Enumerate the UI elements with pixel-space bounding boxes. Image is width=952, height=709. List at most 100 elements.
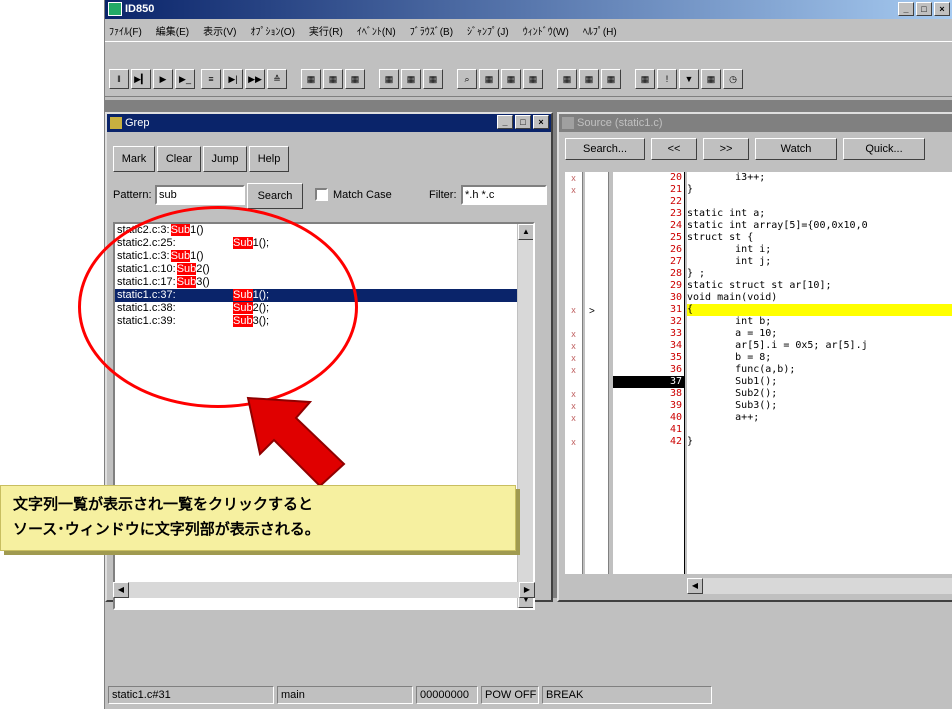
toolbar-button-icon[interactable]: ▦ [301, 69, 321, 89]
source-line[interactable]: { [687, 304, 952, 316]
filter-input[interactable]: *.h *.c [461, 185, 547, 205]
toolbar-button-icon[interactable]: ◷ [723, 69, 743, 89]
minimize-button[interactable]: _ [898, 2, 914, 16]
breakpoint-marker[interactable] [565, 268, 582, 280]
menu-item[interactable]: ｵﾌﾟｼｮﾝ(O) [250, 23, 294, 38]
source-line[interactable]: int i; [687, 244, 952, 256]
match-case-checkbox[interactable] [315, 188, 328, 201]
source-search-button[interactable]: Search... [565, 138, 645, 160]
toolbar-button-icon[interactable]: ▶▎ [131, 69, 151, 89]
grep-maximize-button[interactable]: □ [515, 115, 531, 129]
source-line[interactable] [687, 424, 952, 436]
toolbar-button-icon[interactable]: ▦ [579, 69, 599, 89]
breakpoint-marker[interactable]: x [565, 364, 582, 376]
toolbar-button-icon[interactable]: ⌕ [457, 69, 477, 89]
breakpoint-marker[interactable] [565, 424, 582, 436]
breakpoint-marker[interactable] [565, 376, 582, 388]
maximize-button[interactable]: □ [916, 2, 932, 16]
menu-item[interactable]: 編集(E) [156, 23, 189, 38]
grep-close-button[interactable]: × [533, 115, 549, 129]
toolbar-button-icon[interactable]: ▦ [601, 69, 621, 89]
source-horizontal-scrollbar[interactable]: ◀ [687, 578, 952, 594]
breakpoint-marker[interactable] [565, 196, 582, 208]
menu-item[interactable]: 表示(V) [203, 23, 236, 38]
source-line[interactable]: ar[5].i = 0x5; ar[5].j [687, 340, 952, 352]
source-line[interactable]: struct st { [687, 232, 952, 244]
source-line[interactable]: } ; [687, 268, 952, 280]
toolbar-button-icon[interactable]: ‖ [109, 69, 129, 89]
toolbar-button-icon[interactable]: ▶_ [175, 69, 195, 89]
source-line[interactable]: static struct st ar[10]; [687, 280, 952, 292]
source-line[interactable]: Sub1(); [687, 376, 952, 388]
source-line[interactable]: int j; [687, 256, 952, 268]
jump-button[interactable]: Jump [203, 146, 247, 172]
source-line[interactable] [687, 196, 952, 208]
menu-item[interactable]: ﾌﾞﾗｳｽﾞ(B) [410, 23, 453, 38]
close-button[interactable]: × [934, 2, 950, 16]
scroll-up-icon[interactable]: ▲ [518, 224, 533, 240]
source-code-area[interactable]: i3++;} static int a; static int array[5]={… [687, 172, 952, 574]
source-line[interactable]: a++; [687, 412, 952, 424]
breakpoint-marker[interactable] [565, 232, 582, 244]
toolbar-button-icon[interactable]: ▦ [423, 69, 443, 89]
toolbar-button-icon[interactable]: ▦ [323, 69, 343, 89]
grep-minimize-button[interactable]: _ [497, 115, 513, 129]
breakpoint-marker[interactable] [565, 220, 582, 232]
source-line[interactable]: } [687, 436, 952, 448]
results-horizontal-scrollbar[interactable]: ◀ ▶ [113, 582, 535, 598]
source-line[interactable]: Sub3(); [687, 400, 952, 412]
menu-item[interactable]: ﾍﾙﾌﾟ(H) [583, 23, 617, 38]
breakpoint-marker[interactable]: x [565, 328, 582, 340]
breakpoint-gutter[interactable]: xxxxxxxxxxx [565, 172, 583, 574]
source-line[interactable]: int b; [687, 316, 952, 328]
breakpoint-marker[interactable]: x [565, 400, 582, 412]
source-line[interactable]: } [687, 184, 952, 196]
breakpoint-marker[interactable]: x [565, 172, 582, 184]
breakpoint-marker[interactable] [565, 256, 582, 268]
toolbar-button-icon[interactable]: ▦ [701, 69, 721, 89]
toolbar-button-icon[interactable]: ▦ [401, 69, 421, 89]
toolbar-button-icon[interactable]: ▦ [501, 69, 521, 89]
breakpoint-marker[interactable]: x [565, 304, 582, 316]
menu-item[interactable]: 実行(R) [309, 23, 343, 38]
source-line[interactable]: i3++; [687, 172, 952, 184]
toolbar-button-icon[interactable]: ▦ [523, 69, 543, 89]
prev-button[interactable]: << [651, 138, 697, 160]
clear-button[interactable]: Clear [157, 146, 201, 172]
toolbar-button-icon[interactable]: ▶▶ [245, 69, 265, 89]
help-button[interactable]: Help [249, 146, 289, 172]
source-line[interactable]: func(a,b); [687, 364, 952, 376]
toolbar-button-icon[interactable]: ▦ [479, 69, 499, 89]
breakpoint-marker[interactable]: x [565, 340, 582, 352]
toolbar-button-icon[interactable]: ▼ [679, 69, 699, 89]
breakpoint-marker[interactable]: x [565, 412, 582, 424]
source-line[interactable]: static int a; [687, 208, 952, 220]
results-vertical-scrollbar[interactable]: ▲ ▼ [517, 224, 533, 608]
source-line[interactable]: a = 10; [687, 328, 952, 340]
next-button[interactable]: >> [703, 138, 749, 160]
breakpoint-marker[interactable]: x [565, 352, 582, 364]
breakpoint-marker[interactable]: x [565, 436, 582, 448]
toolbar-button-icon[interactable]: ≡ [201, 69, 221, 89]
watch-button[interactable]: Watch [755, 138, 837, 160]
source-line[interactable]: static int array[5]={00,0x10,0 [687, 220, 952, 232]
source-line[interactable]: Sub2(); [687, 388, 952, 400]
toolbar-button-icon[interactable]: ▦ [379, 69, 399, 89]
toolbar-button-icon[interactable]: ▶ [153, 69, 173, 89]
breakpoint-marker[interactable] [565, 208, 582, 220]
breakpoint-marker[interactable]: x [565, 184, 582, 196]
breakpoint-marker[interactable] [565, 316, 582, 328]
search-button[interactable]: Search [247, 183, 303, 209]
breakpoint-marker[interactable] [565, 280, 582, 292]
scroll-left-icon[interactable]: ◀ [113, 582, 129, 598]
breakpoint-marker[interactable] [565, 292, 582, 304]
quick-button[interactable]: Quick... [843, 138, 925, 160]
mark-button[interactable]: Mark [113, 146, 155, 172]
source-line[interactable]: void main(void) [687, 292, 952, 304]
toolbar-button-icon[interactable]: ▦ [635, 69, 655, 89]
menu-item[interactable]: ｳｨﾝﾄﾞｳ(W) [523, 23, 569, 38]
menu-item[interactable]: ｲﾍﾞﾝﾄ(N) [357, 23, 396, 38]
toolbar-button-icon[interactable]: ▦ [557, 69, 577, 89]
toolbar-button-icon[interactable]: ≙ [267, 69, 287, 89]
source-scroll-left-icon[interactable]: ◀ [687, 578, 703, 594]
